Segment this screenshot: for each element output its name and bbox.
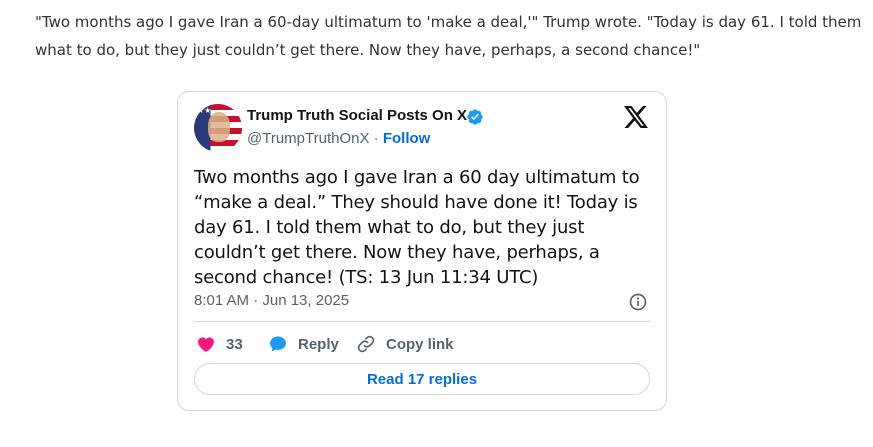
tweet-text: Two months ago I gave Iran a 60 day ulti… xyxy=(194,167,640,288)
display-name[interactable]: Trump Truth Social Posts On X xyxy=(247,107,467,124)
handle[interactable]: @TrumpTruthOnX xyxy=(247,130,369,147)
info-icon[interactable] xyxy=(628,292,648,312)
avatar-portrait xyxy=(208,112,230,142)
copy-link-button[interactable]: Copy link xyxy=(356,332,454,356)
tweet-actions: 33 Reply Copy link xyxy=(196,332,656,356)
x-logo-icon[interactable] xyxy=(624,106,648,128)
separator: · xyxy=(369,130,383,147)
reply-label: Reply xyxy=(298,335,339,353)
read-replies-button[interactable]: Read 17 replies xyxy=(194,363,650,395)
copy-link-label: Copy link xyxy=(386,335,454,353)
heart-icon xyxy=(198,337,214,352)
avatar[interactable]: ★★ xyxy=(194,104,242,152)
article-paragraph: "Two months ago I gave Iran a 60-day ult… xyxy=(35,13,862,59)
divider xyxy=(194,321,650,322)
reply-button[interactable]: Reply xyxy=(268,332,339,356)
speech-bubble-icon xyxy=(270,336,286,352)
star-icon: ★★ xyxy=(197,106,212,115)
link-icon xyxy=(357,335,375,353)
handle-row: @TrumpTruthOnX · Follow xyxy=(247,130,430,147)
like-count: 33 xyxy=(226,335,243,353)
follow-link[interactable]: Follow xyxy=(383,130,431,147)
embedded-tweet-card[interactable]: ★★ Trump Truth Social Posts On X @TrumpT… xyxy=(177,91,667,411)
verified-badge-icon xyxy=(467,109,483,125)
tweet-timestamp[interactable]: 8:01 AM · Jun 13, 2025 xyxy=(194,292,349,309)
like-button[interactable]: 33 xyxy=(196,332,243,356)
